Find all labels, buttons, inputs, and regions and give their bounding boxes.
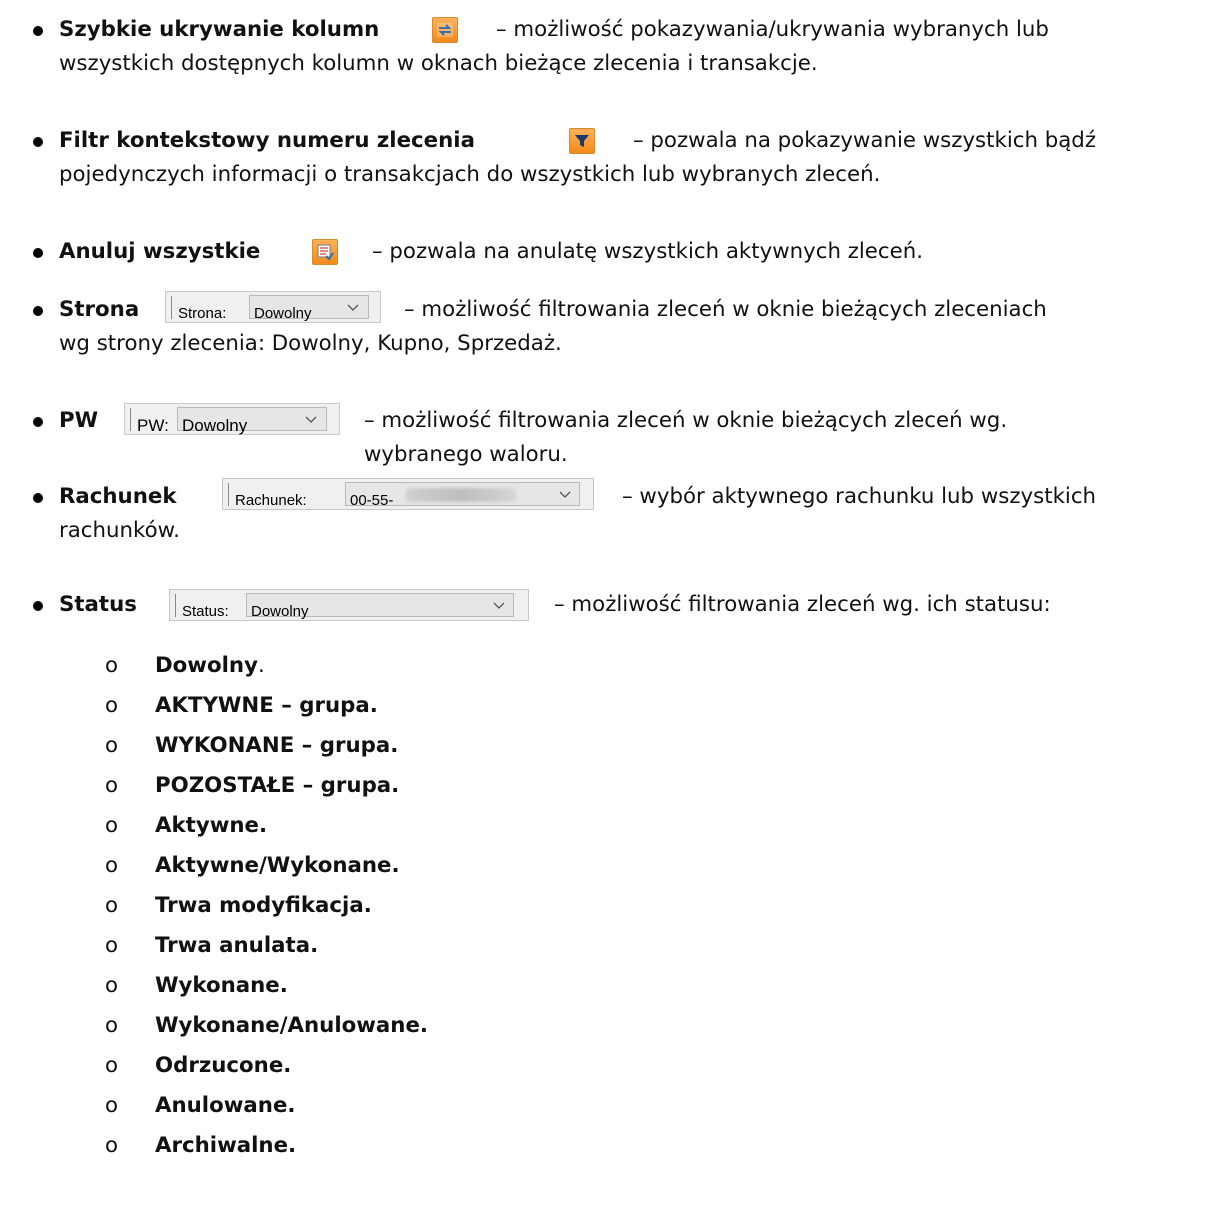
pw-filter-value: Dowolny: [182, 416, 248, 435]
pw-filter-label: PW:: [137, 416, 169, 435]
bullet: [33, 417, 43, 427]
toolbar-grip: [228, 483, 229, 506]
term-label: Rachunek: [59, 484, 177, 509]
status-option: o AKTYWNE – grupa.: [105, 693, 378, 718]
status-option: o POZOSTAŁE – grupa.: [105, 773, 400, 798]
account-label: Rachunek:: [235, 492, 307, 509]
account-select[interactable]: 00-55-: [345, 482, 580, 509]
bullet: [33, 601, 43, 611]
status-option: o Archiwalne.: [105, 1133, 297, 1158]
status-option: o Wykonane.: [105, 973, 288, 998]
bullet: [33, 26, 43, 36]
description-line: wybranego waloru.: [364, 442, 568, 467]
bullet: [33, 306, 43, 316]
description-line: wg strony zlecenia: Dowolny, Kupno, Sprz…: [59, 331, 562, 356]
toolbar-grip: [130, 408, 131, 431]
status-option: o Trwa modyfikacja.: [105, 893, 372, 918]
side-filter-control: Strona: Dowolny: [165, 291, 381, 323]
status-select[interactable]: Dowolny: [246, 593, 514, 620]
term-label: Status: [59, 592, 137, 617]
status-option: o Wykonane/Anulowane.: [105, 1013, 428, 1038]
bullet: [33, 137, 43, 147]
status-value: Dowolny: [251, 603, 309, 620]
description-line: – wybór aktywnego rachunku lub wszystkic…: [622, 484, 1097, 509]
chevron-down-icon: [347, 304, 359, 311]
side-filter-select[interactable]: Dowolny: [249, 295, 369, 322]
document-page: Szybkie ukrywanie kolumn – możliwość pok…: [0, 0, 1229, 1212]
toolbar-grip: [171, 296, 172, 319]
chevron-down-icon: [493, 602, 505, 609]
status-option: o Odrzucone.: [105, 1053, 292, 1078]
description-line: – możliwość filtrowania zleceń w oknie b…: [404, 297, 1047, 322]
status-option: o Aktywne.: [105, 813, 268, 838]
pw-filter-select[interactable]: Dowolny: [177, 407, 327, 435]
funnel-filter-icon[interactable]: [569, 128, 595, 154]
toolbar-grip: [175, 594, 176, 617]
term-label: Filtr kontekstowy numeru zlecenia: [59, 128, 475, 153]
side-filter-value: Dowolny: [254, 305, 312, 322]
side-filter-label: Strona:: [178, 305, 227, 322]
description-line: wszystkich dostępnych kolumn w oknach bi…: [59, 51, 818, 76]
description-line: pojedynczych informacji o transakcjach d…: [59, 162, 881, 187]
status-option: o Aktywne/Wykonane.: [105, 853, 400, 878]
chevron-down-icon: [305, 416, 317, 423]
status-control: Status: Dowolny: [169, 589, 529, 621]
account-control: Rachunek: 00-55-: [222, 478, 594, 510]
description-line: – pozwala na anulatę wszystkich aktywnyc…: [372, 239, 923, 264]
bullet: [33, 493, 43, 503]
pw-filter-control: PW: Dowolny: [124, 403, 340, 435]
status-option: o Anulowane.: [105, 1093, 296, 1118]
status-option: o Trwa anulata.: [105, 933, 319, 958]
account-value: 00-55-: [350, 492, 394, 509]
status-label: Status:: [182, 603, 229, 620]
description-line: – możliwość filtrowania zleceń wg. ich s…: [554, 592, 1051, 617]
columns-toggle-icon[interactable]: [432, 17, 458, 43]
cancel-all-icon[interactable]: [312, 239, 338, 265]
redacted-account-number: [406, 488, 516, 502]
term-label: Anuluj wszystkie: [59, 239, 261, 264]
description-line: – możliwość pokazywania/ukrywania wybran…: [496, 17, 1049, 42]
description-line: – możliwość filtrowania zleceń w oknie b…: [364, 408, 1008, 433]
status-option: o WYKONANE – grupa.: [105, 733, 399, 758]
status-option: o Dowolny.: [105, 653, 265, 678]
description-line: rachunków.: [59, 518, 180, 543]
description-line: – pozwala na pokazywanie wszystkich bądź: [633, 128, 1096, 153]
bullet: [33, 248, 43, 258]
term-label: Strona: [59, 297, 140, 322]
term-label: Szybkie ukrywanie kolumn: [59, 17, 380, 42]
chevron-down-icon: [559, 491, 571, 498]
term-label: PW: [59, 408, 99, 433]
